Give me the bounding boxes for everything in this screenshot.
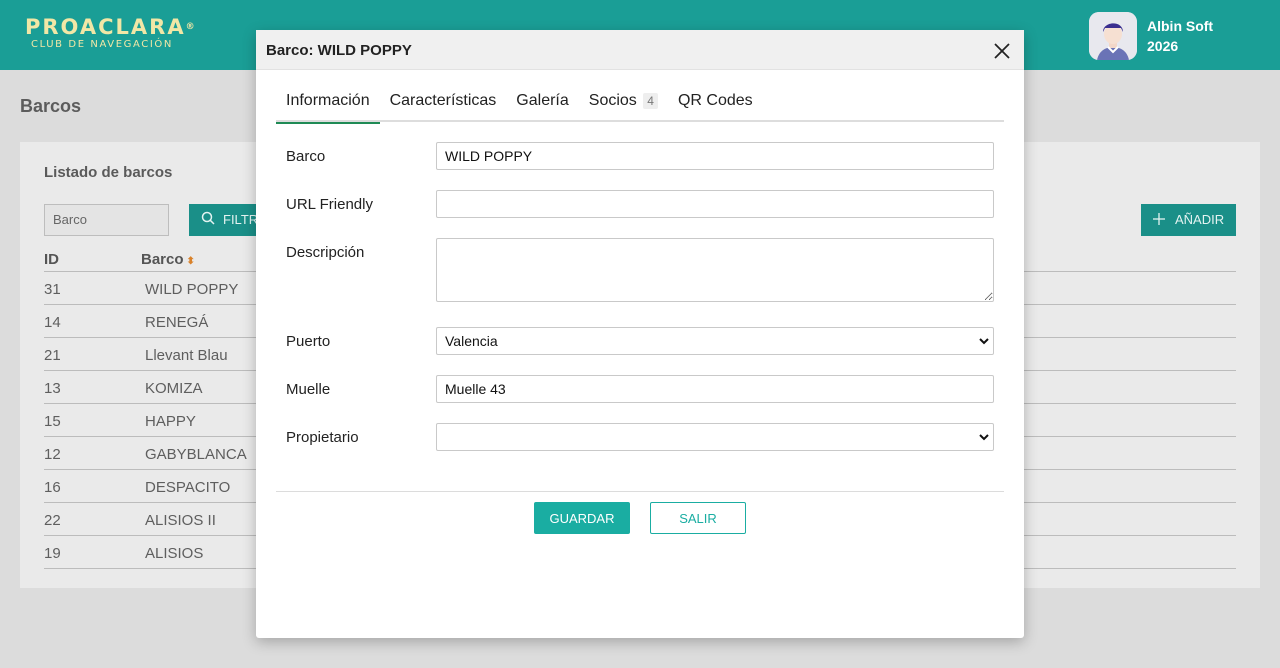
plus-icon bbox=[1153, 205, 1165, 237]
row-name: GABYBLANCA bbox=[145, 446, 247, 463]
sort-icon[interactable]: ⬍ bbox=[187, 256, 195, 267]
row-id: 21 bbox=[44, 347, 61, 364]
logo-main-text: PROACLARA® bbox=[25, 15, 195, 39]
user-avatar-icon[interactable] bbox=[1089, 12, 1137, 60]
column-header-barco[interactable]: Barco ⬍ bbox=[141, 251, 195, 268]
row-id: 15 bbox=[44, 413, 61, 430]
tab-caracteristicas[interactable]: Características bbox=[380, 80, 507, 122]
barco-input[interactable] bbox=[436, 142, 994, 170]
propietario-select[interactable] bbox=[436, 423, 994, 451]
user-menu[interactable]: Albin Soft 2026 bbox=[1089, 12, 1213, 60]
puerto-select[interactable]: Valencia bbox=[436, 327, 994, 355]
page-title: Barcos bbox=[20, 96, 82, 116]
logo-subtitle: CLUB DE NAVEGACIÓN bbox=[31, 39, 173, 50]
row-name: ALISIOS bbox=[145, 545, 204, 562]
filter-input[interactable]: Barco bbox=[44, 204, 169, 236]
row-id: 22 bbox=[44, 512, 61, 529]
row-name: HAPPY bbox=[145, 413, 196, 430]
modal-tabs: Información Características Galería Soci… bbox=[276, 80, 1004, 124]
tab-socios[interactable]: Socios 4 bbox=[579, 80, 668, 122]
row-id: 19 bbox=[44, 545, 61, 562]
add-button-label: AÑADIR bbox=[1175, 212, 1225, 227]
descripcion-textarea[interactable] bbox=[436, 238, 994, 302]
tab-galeria[interactable]: Galería bbox=[506, 80, 578, 122]
propietario-label: Propietario bbox=[286, 429, 359, 446]
user-name-line1: Albin Soft bbox=[1147, 18, 1214, 34]
add-button[interactable]: AÑADIR bbox=[1141, 204, 1236, 236]
barco-label: Barco bbox=[286, 148, 326, 165]
row-id: 14 bbox=[44, 314, 61, 331]
url-friendly-input[interactable] bbox=[436, 190, 994, 218]
tab-socios-label: Socios bbox=[588, 92, 637, 109]
modal-title: Barco: WILD POPPY bbox=[266, 42, 412, 59]
filter-button-label: FILTR bbox=[223, 212, 259, 227]
row-id: 12 bbox=[44, 446, 61, 463]
descripcion-label: Descripción bbox=[286, 244, 365, 261]
row-name: KOMIZA bbox=[145, 380, 203, 397]
close-icon[interactable] bbox=[992, 41, 1012, 61]
row-id: 31 bbox=[44, 281, 61, 298]
logo-registered-mark: ® bbox=[185, 22, 195, 32]
card-title: Listado de barcos bbox=[44, 164, 173, 181]
row-name: Llevant Blau bbox=[145, 347, 228, 364]
tab-qr-codes[interactable]: QR Codes bbox=[668, 80, 763, 122]
row-name: WILD POPPY bbox=[145, 281, 239, 298]
column-header-id[interactable]: ID bbox=[44, 251, 59, 268]
boat-modal: Barco: WILD POPPY Información Caracterís… bbox=[256, 30, 1024, 638]
puerto-label: Puerto bbox=[286, 333, 331, 350]
search-icon bbox=[201, 205, 215, 237]
row-name: RENEGÁ bbox=[145, 314, 209, 331]
modal-header: Barco: WILD POPPY bbox=[256, 30, 1024, 70]
logo[interactable]: PROACLARA® CLUB DE NAVEGACIÓN bbox=[25, 15, 195, 51]
save-button[interactable]: GUARDAR bbox=[534, 502, 630, 534]
row-id: 16 bbox=[44, 479, 61, 496]
tab-informacion[interactable]: Información bbox=[276, 80, 380, 124]
row-id: 13 bbox=[44, 380, 61, 397]
exit-button[interactable]: SALIR bbox=[650, 502, 746, 534]
modal-divider bbox=[276, 491, 1004, 492]
user-name-line2: 2026 bbox=[1147, 38, 1179, 54]
user-name[interactable]: Albin Soft 2026 bbox=[1147, 16, 1213, 56]
column-header-barco-label: Barco bbox=[141, 251, 184, 268]
url-friendly-label: URL Friendly bbox=[286, 196, 373, 213]
row-name: ALISIOS II bbox=[145, 512, 216, 529]
socios-count-badge: 4 bbox=[643, 93, 658, 109]
muelle-label: Muelle bbox=[286, 381, 331, 398]
muelle-input[interactable] bbox=[436, 375, 994, 403]
row-name: DESPACITO bbox=[145, 479, 231, 496]
